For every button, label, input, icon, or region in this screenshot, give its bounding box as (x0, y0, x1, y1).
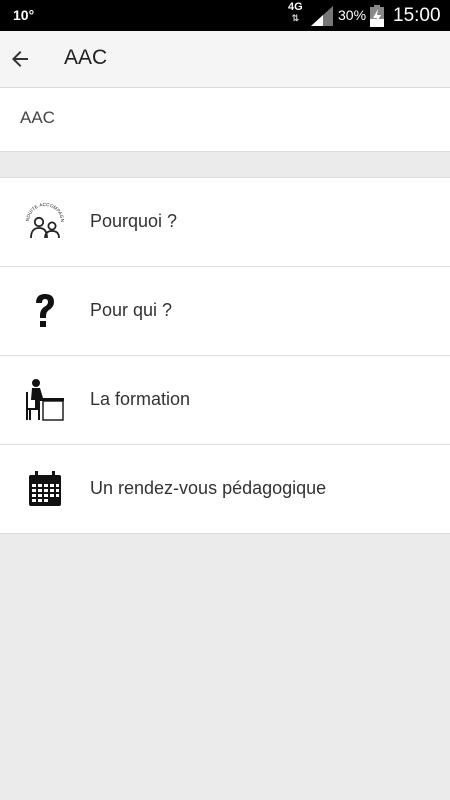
signal-icon (311, 6, 333, 26)
menu-list: CONDUITE ACCOMPAGNÉE Pourquoi ? Pour qui… (0, 177, 450, 534)
app-bar: AAC (0, 31, 450, 88)
battery-icon (370, 5, 384, 27)
menu-item-label: Pour qui ? (90, 300, 173, 320)
calendar-icon (29, 471, 61, 506)
menu-item-pour-qui[interactable]: Pour qui ? (0, 267, 450, 356)
clock: 15:00 (393, 5, 441, 26)
page-title: AAC (64, 46, 108, 69)
section-header: AAC (0, 88, 450, 152)
menu-item-label: La formation (90, 389, 191, 409)
status-bar: 10° 4G ⇅ 30% 15:00 (0, 0, 450, 31)
icon-arc-text: CONDUITE ACCOMPAGNÉE (23, 200, 65, 222)
student-desk-icon (26, 379, 64, 421)
conduite-accompagnee-icon: CONDUITE ACCOMPAGNÉE (23, 200, 65, 239)
temperature-text: 10° (13, 7, 35, 23)
network-type: 4G (288, 1, 303, 13)
question-mark-icon (36, 294, 54, 327)
arrow-left-icon[interactable] (8, 47, 32, 71)
menu-item-la-formation[interactable]: La formation (0, 356, 450, 445)
menu-item-rendez-vous[interactable]: Un rendez-vous pédagogique (0, 445, 450, 534)
data-arrows-icon: ⇅ (291, 13, 300, 23)
section-title: AAC (20, 108, 55, 127)
battery-percent: 30% (338, 7, 367, 23)
svg-text:CONDUITE ACCOMPAGNÉE: CONDUITE ACCOMPAGNÉE (23, 200, 65, 222)
network-indicator: 4G ⇅ (288, 2, 303, 24)
menu-item-label: Un rendez-vous pédagogique (90, 478, 327, 498)
menu-item-label: Pourquoi ? (90, 211, 178, 231)
menu-item-pourquoi[interactable]: CONDUITE ACCOMPAGNÉE Pourquoi ? (0, 178, 450, 267)
